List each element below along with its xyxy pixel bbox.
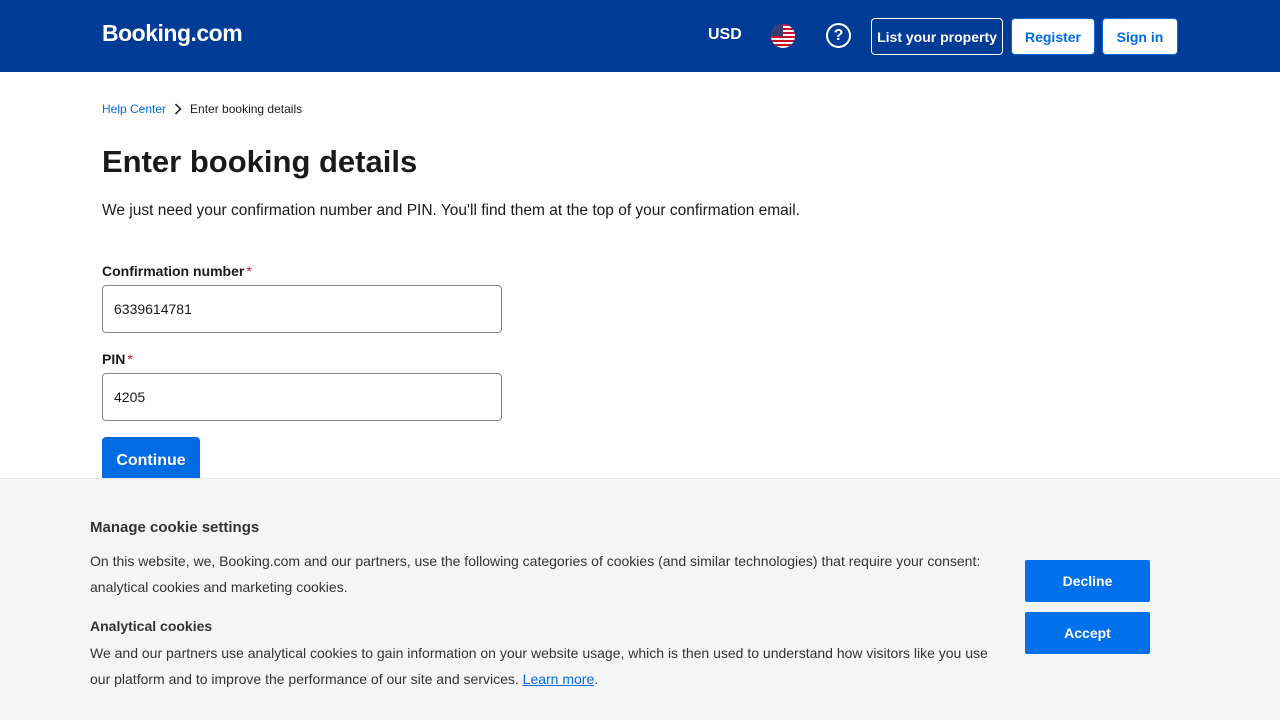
period: . — [594, 671, 599, 687]
sign-in-button[interactable]: Sign in — [1102, 18, 1178, 55]
confirmation-number-label-text: Confirmation number — [102, 263, 245, 279]
breadcrumb-current: Enter booking details — [190, 102, 303, 116]
help-icon[interactable]: ? — [826, 23, 851, 48]
decline-button[interactable]: Decline — [1025, 560, 1150, 602]
accept-button[interactable]: Accept — [1025, 612, 1150, 654]
page-title: Enter booking details — [102, 144, 418, 179]
breadcrumb-help-center[interactable]: Help Center — [102, 102, 166, 116]
register-button[interactable]: Register — [1011, 18, 1095, 55]
cookie-description: On this website, we, Booking.com and our… — [90, 553, 981, 595]
chevron-right-icon — [174, 103, 182, 115]
pin-input[interactable] — [102, 373, 502, 421]
list-property-button[interactable]: List your property — [871, 18, 1003, 55]
confirmation-number-label: Confirmation number * — [102, 263, 252, 279]
cookie-banner: Manage cookie settings On this website, … — [0, 478, 1280, 720]
us-flag-icon[interactable] — [771, 24, 795, 48]
breadcrumb: Help Center Enter booking details — [102, 102, 302, 116]
learn-more-link[interactable]: Learn more — [523, 671, 595, 687]
required-marker: * — [127, 351, 133, 367]
analytical-cookies-title: Analytical cookies — [90, 618, 213, 634]
confirmation-number-input[interactable] — [102, 285, 502, 333]
currency-selector[interactable]: USD — [708, 26, 742, 44]
booking-logo[interactable]: Booking.com — [102, 20, 243, 47]
cookie-title: Manage cookie settings — [90, 519, 260, 536]
pin-label: PIN * — [102, 351, 133, 367]
top-header: Booking.com USD ? List your property Reg… — [0, 0, 1280, 72]
intro-text: We just need your confirmation number an… — [102, 202, 800, 219]
required-marker: * — [246, 263, 252, 279]
analytical-cookies-description: We and our partners use analytical cooki… — [90, 640, 1000, 692]
pin-label-text: PIN — [102, 351, 126, 367]
